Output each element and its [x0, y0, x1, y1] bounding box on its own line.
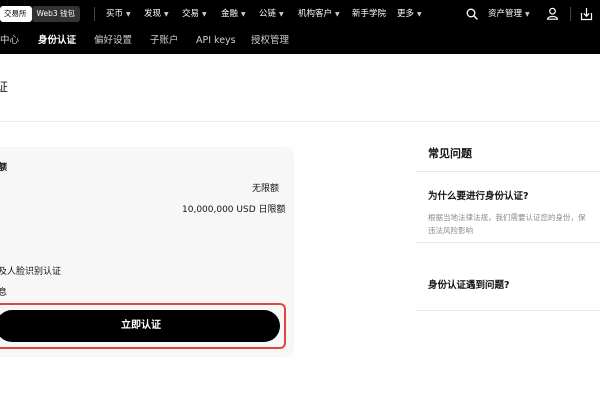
- faq-answer-why-line2: 违法风险影响: [428, 226, 473, 235]
- chevron-down-icon: ▼: [279, 11, 284, 18]
- menu-discover[interactable]: 发现 ▼: [144, 0, 169, 28]
- section-divider: [0, 121, 600, 122]
- top-navigation-bar: 交易所 Web3 钱包 买币 ▼ 发现 ▼ 交易 ▼ 金融 ▼ 公链 ▼ 机构客户 ▼ 新手…: [0, 0, 600, 28]
- search-icon[interactable]: [466, 8, 478, 20]
- menu-assets[interactable]: 资产管理 ▼: [488, 0, 530, 28]
- account-sub-navigation: 中心 身份认证 偏好设置 子账户 API keys 授权管理: [0, 28, 600, 54]
- faq-divider: [416, 171, 600, 172]
- chevron-down-icon: ▼: [525, 11, 530, 18]
- faq-answer-why-line1: 根据当地法律法规，我们需要认证您的身份，保: [428, 213, 586, 222]
- limit-unlimited: 无限额: [252, 184, 280, 194]
- mode-wallet-tab[interactable]: Web3 钱包: [31, 6, 81, 22]
- requirement-info: 息: [0, 288, 8, 298]
- nav-divider: [570, 7, 571, 21]
- menu-institutional[interactable]: 机构客户 ▼: [298, 0, 340, 28]
- faq-divider: [416, 242, 600, 243]
- faq-question-problem[interactable]: 身份认证遇到问题?: [428, 277, 510, 291]
- menu-chain[interactable]: 公链 ▼: [259, 0, 284, 28]
- page-title: 证: [0, 80, 9, 94]
- chevron-down-icon: ▼: [164, 11, 169, 18]
- faq-title: 常见问题: [428, 147, 472, 160]
- requirement-face-recognition: 及人脸识别认证: [0, 267, 62, 277]
- menu-buy-crypto[interactable]: 买币 ▼: [106, 0, 131, 28]
- verify-now-button[interactable]: 立即认证: [0, 310, 280, 342]
- chevron-down-icon: ▼: [335, 11, 340, 18]
- tab-preferences[interactable]: 偏好设置: [94, 28, 132, 54]
- menu-finance[interactable]: 金融 ▼: [221, 0, 246, 28]
- mode-switch: 交易所 Web3 钱包: [0, 6, 81, 22]
- nav-divider: [94, 7, 95, 21]
- tab-authorization[interactable]: 授权管理: [251, 28, 289, 54]
- chevron-down-icon: ▼: [417, 11, 422, 18]
- chevron-down-icon: ▼: [241, 11, 246, 18]
- tab-center[interactable]: 中心: [0, 28, 19, 54]
- mode-exchange-tab[interactable]: 交易所: [0, 6, 32, 22]
- faq-question-why[interactable]: 为什么要进行身份认证?: [428, 188, 529, 202]
- download-icon[interactable]: [580, 7, 593, 21]
- menu-trade[interactable]: 交易 ▼: [182, 0, 207, 28]
- user-icon[interactable]: [546, 7, 559, 20]
- menu-more[interactable]: 更多 ▼: [397, 0, 422, 28]
- faq-divider: [416, 310, 600, 311]
- chevron-down-icon: ▼: [126, 11, 131, 18]
- tab-sub-accounts[interactable]: 子账户: [150, 28, 179, 54]
- tab-identity-verification[interactable]: 身份认证: [38, 28, 76, 54]
- limit-daily: 10,000,000 USD 日限额: [182, 205, 286, 215]
- menu-academy[interactable]: 新手学院: [352, 0, 386, 28]
- tab-api-keys[interactable]: API keys: [196, 28, 236, 54]
- limits-heading: 额: [0, 163, 8, 173]
- chevron-down-icon: ▼: [202, 11, 207, 18]
